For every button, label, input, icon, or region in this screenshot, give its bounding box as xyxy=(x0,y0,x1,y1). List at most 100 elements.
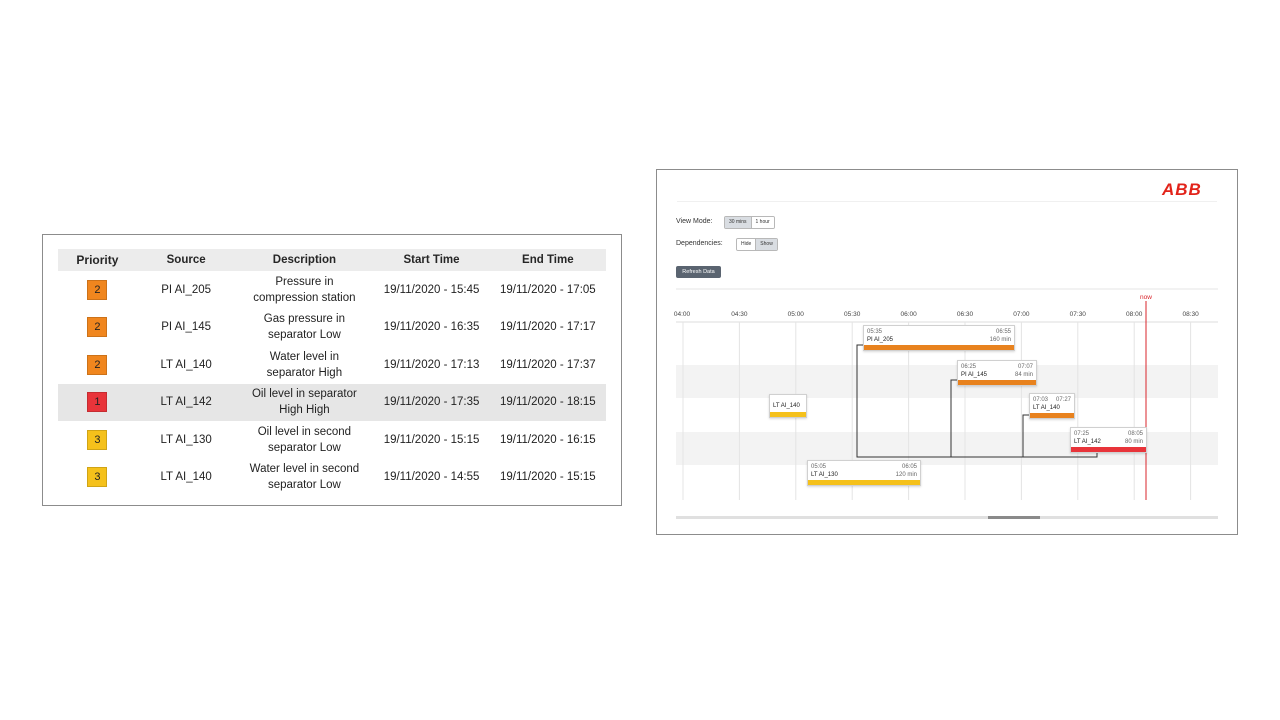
source-cell: LT AI_130 xyxy=(160,433,212,446)
task-start: 05:35 xyxy=(867,329,883,335)
end-time-cell: 19/11/2020 - 16:15 xyxy=(499,433,596,446)
description-cell: Oil level in separator High High xyxy=(235,386,373,418)
task-bar xyxy=(864,345,1014,350)
task-start: 07:03 xyxy=(1033,397,1049,403)
time-tick-label: 06:30 xyxy=(957,311,974,318)
priority-badge: 2 xyxy=(87,317,108,338)
gantt-task-lt-ai-140-b[interactable]: 07:03 07:27 LT AI_140 xyxy=(1029,393,1075,419)
description-line: Oil level in second xyxy=(257,425,352,438)
task-name: LT AI_130 xyxy=(811,472,838,478)
column-header-start-time[interactable]: Start Time xyxy=(373,254,489,266)
task-end: 06:55 xyxy=(995,329,1011,335)
column-header-priority[interactable]: Priority xyxy=(58,253,137,267)
description-line: separator Low xyxy=(267,441,341,454)
table-row[interactable]: 2 PI AI_145 Gas pressure in separator Low… xyxy=(58,309,606,347)
task-name: LT AI_142 xyxy=(1074,439,1101,445)
priority-badge: 3 xyxy=(87,467,108,488)
table-body: 2 PI AI_205 Pressure in compression stati… xyxy=(58,271,606,496)
table-row[interactable]: 2 PI AI_205 Pressure in compression stati… xyxy=(58,271,606,309)
description-line: High High xyxy=(279,404,330,417)
source-cell: PI AI_205 xyxy=(161,283,212,296)
end-time-cell: 19/11/2020 - 18:15 xyxy=(499,396,596,409)
table-row-selected[interactable]: 1 LT AI_142 Oil level in separator High H… xyxy=(58,383,606,421)
column-header-description[interactable]: Description xyxy=(235,252,373,268)
task-start: 05:05 xyxy=(811,464,827,470)
end-time-cell: 19/11/2020 - 17:17 xyxy=(499,321,596,334)
start-time-cell: 19/11/2020 - 14:55 xyxy=(383,471,480,484)
gantt-task-pi-ai-145[interactable]: 06:25 07:07 PI AI_145 84 min xyxy=(957,360,1037,386)
gantt-task-pi-ai-205[interactable]: 05:35 06:55 PI AI_205 160 min xyxy=(863,325,1015,351)
time-tick-label: 07:30 xyxy=(1070,311,1087,318)
source-cell: LT AI_140 xyxy=(160,471,212,484)
time-tick-label: 07:00 xyxy=(1013,311,1030,318)
end-time-cell: 19/11/2020 - 17:37 xyxy=(499,358,596,371)
alarm-table-panel: Priority Source Description Start Time E… xyxy=(42,234,622,506)
priority-badge: 1 xyxy=(87,392,108,413)
description-line: Oil level in separator xyxy=(251,388,357,401)
task-bar xyxy=(808,480,920,485)
time-tick-label: 04:30 xyxy=(731,311,748,318)
description-line: Water level in second xyxy=(249,463,360,476)
table-row[interactable]: 2 LT AI_140 Water level in separator High… xyxy=(58,346,606,384)
source-cell: LT AI_140 xyxy=(160,358,212,371)
task-bar xyxy=(958,380,1036,385)
task-start: 06:25 xyxy=(961,364,977,370)
description-line: Pressure in xyxy=(275,275,334,288)
scrollbar-thumb[interactable] xyxy=(988,516,1040,519)
now-label: now xyxy=(1140,294,1152,301)
source-cell: PI AI_145 xyxy=(161,321,212,334)
priority-badge: 2 xyxy=(87,279,108,300)
description-cell: Pressure in compression station xyxy=(235,274,373,306)
alarm-table: Priority Source Description Start Time E… xyxy=(58,249,606,496)
column-header-source[interactable]: Source xyxy=(137,254,236,266)
start-time-cell: 19/11/2020 - 15:45 xyxy=(383,283,480,296)
time-tick-label: 08:00 xyxy=(1126,311,1143,318)
description-cell: Oil level in second separator Low xyxy=(235,424,373,456)
start-time-cell: 19/11/2020 - 17:35 xyxy=(383,396,480,409)
table-row[interactable]: 3 LT AI_140 Water level in second separat… xyxy=(58,459,606,497)
gantt-panel: ABB View Mode: 30 mins 1 hour Dependenci… xyxy=(656,169,1238,535)
task-bar xyxy=(1030,413,1074,418)
time-tick-label: 05:00 xyxy=(788,311,805,318)
column-header-end-time[interactable]: End Time xyxy=(490,254,606,266)
table-row[interactable]: 3 LT AI_130 Oil level in second separator… xyxy=(58,421,606,459)
description-line: separator High xyxy=(266,366,343,379)
start-time-cell: 19/11/2020 - 17:13 xyxy=(383,358,480,371)
start-time-cell: 19/11/2020 - 16:35 xyxy=(383,321,480,334)
tick-labels: 04:00 04:30 05:00 05:30 06:00 06:30 07:00 07:30… xyxy=(674,311,1199,318)
time-tick-label: 06:00 xyxy=(900,311,917,318)
time-tick-label: 05:30 xyxy=(844,311,861,318)
task-bar xyxy=(770,412,806,417)
task-duration: 84 min xyxy=(1014,372,1033,378)
task-start: 07:25 xyxy=(1074,431,1090,437)
time-tick-label: 08:30 xyxy=(1182,311,1199,318)
task-name: LT AI_140 xyxy=(1033,405,1060,411)
task-duration: 80 min xyxy=(1124,439,1143,445)
description-cell: Gas pressure in separator Low xyxy=(235,311,373,343)
source-cell: LT AI_142 xyxy=(160,396,212,409)
priority-badge: 3 xyxy=(87,429,108,450)
task-end: 07:07 xyxy=(1017,364,1033,370)
gantt-task-lt-ai-142[interactable]: 07:25 08:05 LT AI_142 80 min xyxy=(1070,427,1147,453)
task-name: LT AI_140 xyxy=(773,403,800,409)
gantt-task-lt-ai-140[interactable]: LT AI_140 xyxy=(769,394,807,418)
description-line: Gas pressure in xyxy=(263,313,345,326)
description-cell: Water level in second separator Low xyxy=(235,461,373,493)
task-name: PI AI_205 xyxy=(867,337,894,343)
task-end: 07:27 xyxy=(1055,397,1071,403)
horizontal-scrollbar[interactable] xyxy=(676,516,1218,519)
description-line: separator Low xyxy=(267,479,341,492)
priority-badge: 2 xyxy=(87,354,108,375)
end-time-cell: 19/11/2020 - 17:05 xyxy=(499,283,596,296)
description-cell: Water level in separator High xyxy=(235,349,373,381)
task-end: 06:05 xyxy=(901,464,917,470)
description-line: compression station xyxy=(253,291,356,304)
time-tick-label: 04:00 xyxy=(674,311,691,318)
task-name: PI AI_145 xyxy=(961,372,988,378)
task-duration: 120 min xyxy=(895,472,917,478)
end-time-cell: 19/11/2020 - 15:15 xyxy=(499,471,596,484)
description-line: Water level in xyxy=(269,350,340,363)
table-header: Priority Source Description Start Time E… xyxy=(58,249,606,271)
gantt-task-lt-ai-130[interactable]: 05:05 06:05 LT AI_130 120 min xyxy=(807,460,921,486)
gantt-chart-svg: 04:00 04:30 05:00 05:30 06:00 06:30 07:00 07:30… xyxy=(674,288,1218,500)
